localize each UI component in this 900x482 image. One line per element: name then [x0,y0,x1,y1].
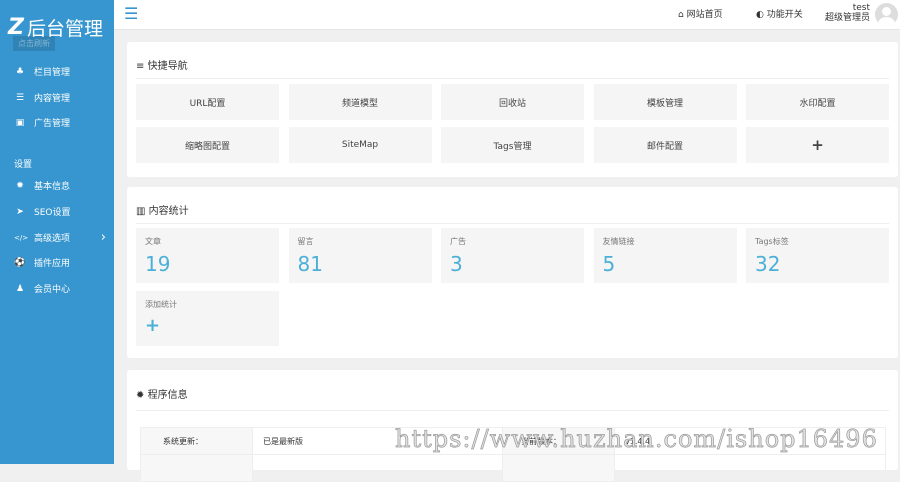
table-row [140,454,886,482]
stat-card[interactable]: 广告 3 [441,228,584,283]
menu-toggle-icon[interactable]: ☰ [124,4,138,23]
home-link[interactable]: ⌂ 网站首页 [678,7,723,20]
sidebar-item-label: SEO设置 [34,208,71,218]
stat-value: 19 [145,252,171,276]
program-info-title-text: 程序信息 [147,390,188,401]
feature-toggle-label: 功能开关 [766,10,803,20]
stat-value: 5 [602,252,616,276]
sidebar-item-members[interactable]: ♟ 会员中心 [14,282,106,296]
user-icon: ♟ [15,283,25,294]
add-shortcut-button[interactable]: + [746,127,889,163]
sidebar-item-plugins[interactable]: ⚽ 插件应用 [14,256,106,270]
sitemap-icon: ♣ [15,66,25,77]
group-label-settings: 设置 [14,160,33,170]
stat-value: 3 [450,252,463,276]
bar-chart-icon: ▥ [136,206,146,217]
sidebar-item-ads[interactable]: ▣ 广告管理 [14,116,106,130]
home-icon: ⌂ [678,10,684,20]
sidebar-item-label: 插件应用 [34,259,71,269]
gear-icon: ✹ [16,180,24,191]
avatar[interactable] [875,3,898,26]
quick-nav-button[interactable]: Tags管理 [441,127,584,163]
stat-label: 文章 [145,237,161,246]
version-value: v1.4.4 [614,427,886,455]
version-label: 当前版本： [502,427,615,455]
stat-card[interactable]: 文章 19 [136,228,279,283]
empty-cell [502,454,615,482]
top-header: ☰ ⌂ 网站首页 ◐ 功能开关 test 超级管理员 [114,0,900,30]
sidebar-item-label: 会员中心 [34,285,71,295]
sidebar-item-label: 广告管理 [34,119,71,129]
quick-nav-button[interactable]: 回收站 [441,84,584,120]
quick-nav-button[interactable]: 水印配置 [746,84,889,120]
sidebar-item-label: 内容管理 [34,94,71,104]
program-info-panel: ✹ 程序信息 系统更新： 已是最新版 当前版本： v1.4.4 [127,370,898,482]
stat-value: 81 [297,252,323,276]
content-stats-panel: ▥ 内容统计 文章 19 留言 81 广告 3 友情链接 5 Tags标签 32 添加统计 + [127,187,898,358]
home-link-label: 网站首页 [686,10,723,20]
stat-card[interactable]: 留言 81 [288,228,432,283]
stat-card[interactable]: 友情链接 5 [593,228,737,283]
content-stats-title-text: 内容统计 [148,206,189,217]
gear-icon: ✹ [136,390,145,401]
quick-nav-button[interactable]: 频道模型 [288,84,432,120]
stat-label: 友情链接 [602,237,635,246]
username: test [852,3,870,13]
feature-toggle-link[interactable]: ◐ 功能开关 [756,7,803,20]
sidebar-item-basic-info[interactable]: ✹ 基本信息 [14,179,106,193]
refresh-button[interactable]: 点击刷新 [13,36,55,51]
list-icon: ☰ [15,92,25,103]
program-info-table: 系统更新： 已是最新版 当前版本： v1.4.4 [140,427,886,482]
sidebar-item-advanced[interactable]: </> 高级选项 › [14,230,106,245]
user-info[interactable]: test 超级管理员 [825,3,870,23]
stat-value: 32 [755,252,781,276]
quick-nav-button[interactable]: SiteMap [288,127,432,163]
image-icon: ▣ [15,117,25,128]
quick-nav-panel: ≡ 快捷导航 URL配置 频道模型 回收站 模板管理 水印配置缩略图配置 SiteMap T… [127,42,898,177]
code-icon: </> [14,233,29,242]
add-stat-label: 添加统计 [145,300,177,309]
table-row: 系统更新： 已是最新版 当前版本： v1.4.4 [140,427,886,455]
empty-cell [140,454,253,482]
quick-nav-button[interactable]: URL配置 [136,84,279,120]
stat-label: 留言 [297,237,314,246]
soccer-icon: ⚽ [14,257,26,268]
plus-icon: + [145,315,161,336]
sidebar-item-seo[interactable]: ➤ SEO设置 [14,205,106,219]
list-icon: ≡ [136,61,145,72]
sidebar-item-content[interactable]: ☰ 内容管理 [14,91,106,105]
system-update-label: 系统更新： [140,427,253,455]
stat-label: 广告 [450,237,466,246]
chevron-right-icon: › [100,230,106,245]
user-role: 超级管理员 [824,13,870,23]
sidebar-item-label: 栏目管理 [34,68,71,78]
program-info-title: ✹ 程序信息 [136,386,889,411]
sidebar: Z 后台管理 点击刷新 ♣ 栏目管理 ☰ 内容管理 ▣ 广告管理 设置 ✹ 基本信息 ➤ S… [0,0,114,464]
quick-nav-title-text: 快捷导航 [147,61,188,72]
sidebar-item-label: 高级选项 [34,234,71,244]
toggle-icon: ◐ [756,10,764,20]
quick-nav-title: ≡ 快捷导航 [136,57,889,79]
stat-label: Tags标签 [755,237,789,246]
send-icon: ➤ [16,206,24,217]
quick-nav-button[interactable]: 模板管理 [593,84,737,120]
add-stat-card[interactable]: 添加统计 + [136,291,279,346]
quick-nav-button[interactable]: 缩略图配置 [136,127,279,163]
sidebar-item-label: 基本信息 [34,182,71,192]
empty-cell [252,454,503,482]
system-update-value: 已是最新版 [252,427,503,455]
content-stats-title: ▥ 内容统计 [136,202,889,224]
quick-nav-button[interactable]: 邮件配置 [593,127,737,163]
stat-card[interactable]: Tags标签 32 [746,228,889,283]
sidebar-item-columns[interactable]: ♣ 栏目管理 [14,65,106,79]
empty-cell [614,454,886,482]
